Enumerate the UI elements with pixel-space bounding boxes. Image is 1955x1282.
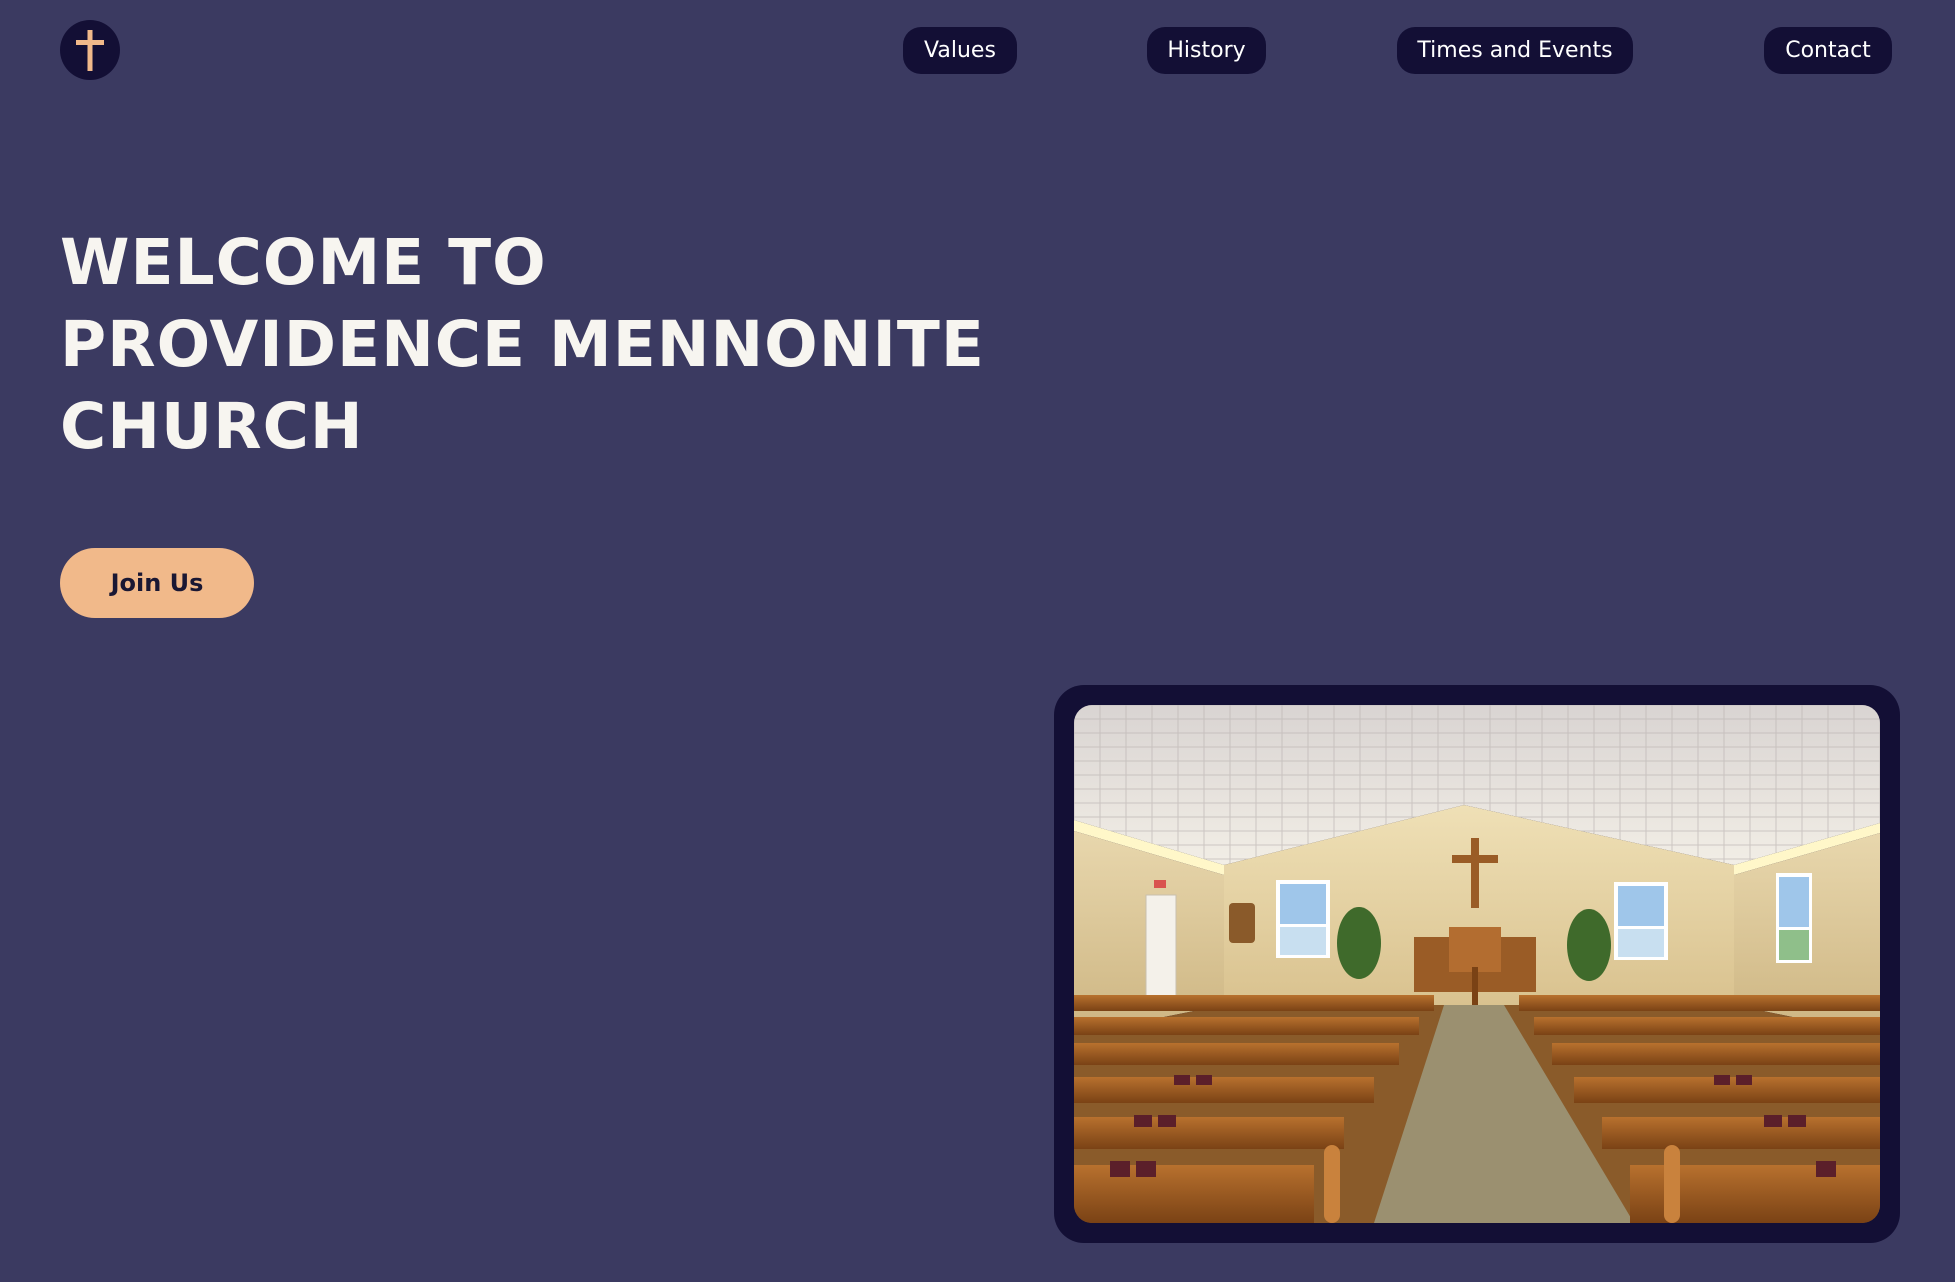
sanctuary-photo (1074, 705, 1880, 1223)
church-logo[interactable] (60, 20, 120, 80)
sanctuary-illustration (1074, 705, 1880, 1223)
cross-icon (76, 30, 104, 71)
nav-history-link[interactable]: History (1147, 27, 1266, 74)
hero-title-line-1: WELCOME TO (60, 226, 547, 299)
nav-values-link[interactable]: Values (903, 27, 1017, 74)
hero-title-line-2: PROVIDENCE MENNONITE (60, 308, 985, 381)
hero-title-line-3: CHURCH (60, 390, 364, 463)
nav-times-events-link[interactable]: Times and Events (1397, 27, 1633, 74)
hero-title: WELCOME TO PROVIDENCE MENNONITE CHURCH (60, 222, 985, 468)
join-us-button[interactable]: Join Us (60, 548, 254, 618)
sanctuary-photo-frame (1054, 685, 1900, 1243)
nav-contact-link[interactable]: Contact (1764, 27, 1892, 74)
